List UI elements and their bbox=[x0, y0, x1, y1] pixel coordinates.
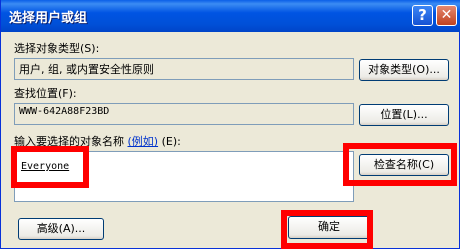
window-title: 选择用户或组 bbox=[9, 11, 88, 26]
title-bar[interactable]: 选择用户或组 ? ✕ bbox=[1, 0, 460, 32]
select-users-dialog: 选择用户或组 ? ✕ 选择对象类型(S): 用户, 组, 或内置安全性原则 对象… bbox=[0, 0, 460, 249]
highlight-box-names bbox=[11, 146, 89, 188]
highlight-box-ok bbox=[281, 210, 373, 249]
help-icon[interactable]: ? bbox=[412, 5, 433, 26]
location-field: WWW-642A88F23BD bbox=[14, 103, 354, 125]
advanced-button[interactable]: 高级(A)... bbox=[18, 218, 104, 240]
locations-button[interactable]: 位置(L)... bbox=[359, 104, 449, 126]
highlight-box-check bbox=[343, 143, 457, 186]
location-value: WWW-642A88F23BD bbox=[19, 106, 110, 117]
object-type-field: 用户, 组, 或内置安全性原则 bbox=[14, 58, 354, 80]
close-icon[interactable]: ✕ bbox=[436, 5, 457, 26]
object-type-label: 选择对象类型(S): bbox=[14, 42, 100, 55]
location-label: 查找位置(F): bbox=[14, 87, 77, 100]
examples-link[interactable]: (例如) bbox=[128, 135, 159, 148]
object-types-button[interactable]: 对象类型(O)... bbox=[359, 59, 449, 81]
object-type-value: 用户, 组, 或内置安全性原则 bbox=[19, 63, 154, 76]
names-label-suffix: (E): bbox=[161, 135, 181, 148]
